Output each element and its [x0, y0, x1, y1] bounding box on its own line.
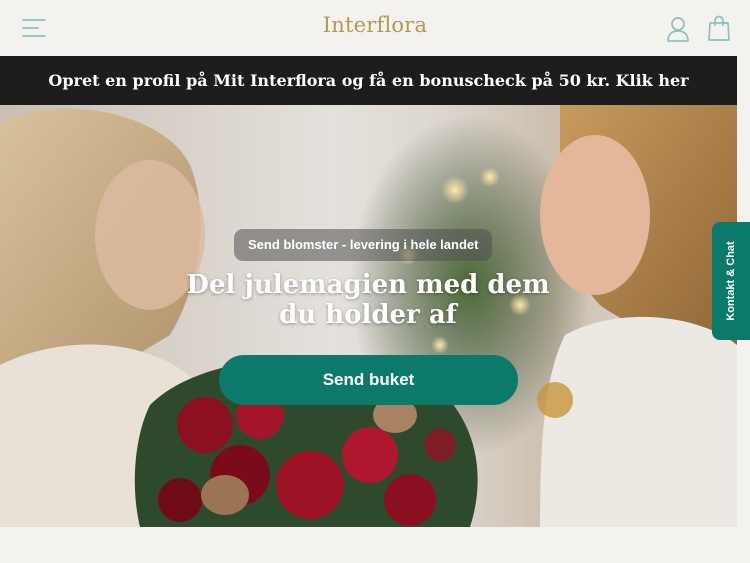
interflora-logo[interactable]: Interflora	[0, 13, 750, 37]
hero-headline-line2: du holder af	[279, 300, 457, 330]
contact-chat-tab[interactable]: Kontakt & Chat	[712, 222, 750, 340]
shopping-bag-icon[interactable]	[707, 15, 731, 42]
hero-headline: Del julemagien med dem du holder af	[168, 270, 568, 330]
hero-headline-line1: Del julemagien med dem	[186, 270, 550, 300]
hero-banner: Send blomster - levering i hele landet D…	[0, 105, 737, 527]
contact-chat-label: Kontakt & Chat	[725, 241, 737, 321]
promo-banner[interactable]: Opret en profil på Mit Interflora og få …	[0, 56, 737, 105]
user-icon[interactable]	[666, 16, 690, 42]
site-header: Interflora	[0, 0, 750, 56]
hero-tagline: Send blomster - levering i hele landet	[234, 229, 493, 261]
send-bouquet-button[interactable]: Send buket	[219, 355, 518, 405]
